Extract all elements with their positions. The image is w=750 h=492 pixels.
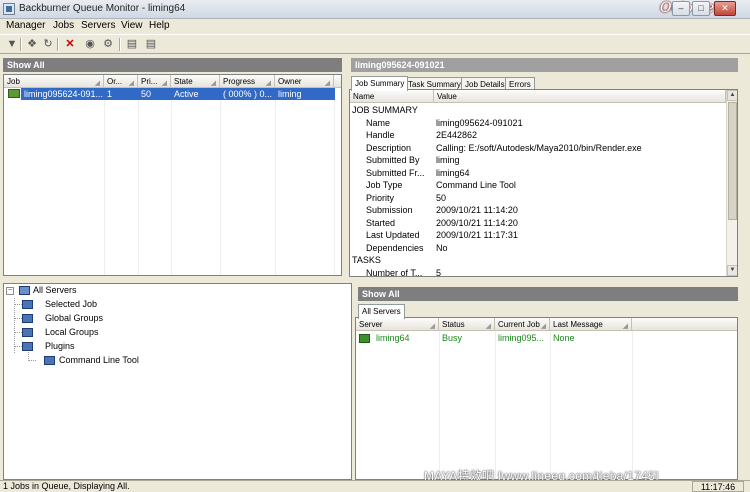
jobs-table-header: Job ◢ Or... ◢ Pri... ◢ State ◢ Progress ◢ Own… [4, 75, 341, 88]
job-summary-list: Name Value JOB SUMMARY Name liming095624-… [349, 89, 738, 277]
col-value[interactable]: Value [434, 90, 726, 103]
toolbar-separator [20, 38, 22, 51]
jobs-table: Job ◢ Or... ◢ Pri... ◢ State ◢ Progress ◢ Own… [3, 74, 342, 276]
job-priority: 50 [138, 88, 171, 100]
status-time: 11:17:46 [692, 481, 744, 492]
col-name[interactable]: Name [350, 90, 434, 103]
window-title: Backburner Queue Monitor - liming64 [19, 3, 186, 14]
col-state[interactable]: State ◢ [171, 75, 220, 88]
job-icon [8, 89, 20, 98]
col-status[interactable]: Status ◢ [439, 318, 495, 331]
job-state: Active [171, 88, 220, 100]
server-icon [22, 300, 33, 309]
status-bar: 1 Jobs in Queue, Displaying All. 11:17:4… [0, 480, 750, 492]
suspend-icon[interactable]: ◉ [82, 37, 98, 52]
server-name: liming64 [376, 333, 410, 343]
scroll-up-button[interactable]: ▲ [727, 90, 737, 101]
server-icon [22, 314, 33, 323]
server-group-icon [19, 286, 30, 295]
toolbar-separator [119, 38, 121, 51]
assign-icon[interactable]: ❖ [24, 37, 40, 52]
activate-job-icon[interactable]: ▼ [4, 37, 20, 52]
settings-icon[interactable]: ▤ [143, 37, 159, 52]
menu-servers[interactable]: Servers [81, 20, 115, 31]
minimize-button[interactable]: – [672, 1, 690, 16]
col-owner[interactable]: Owner ◢ [275, 75, 334, 88]
job-name: liming095624-091... [21, 88, 104, 100]
tab-job-summary[interactable]: Job Summary [351, 76, 409, 91]
app-icon [3, 3, 15, 15]
job-row[interactable]: liming095624-091... 1 50 Active ( 000% )… [5, 88, 335, 100]
server-busy-icon [359, 334, 370, 343]
scroll-down-button[interactable]: ▼ [727, 265, 737, 276]
tab-all-servers[interactable]: All Servers [358, 304, 405, 319]
col-last-message[interactable]: Last Message ◢ [550, 318, 632, 331]
menu-manager[interactable]: Manager [6, 20, 45, 31]
summary-header: Name Value [350, 90, 737, 103]
server-status: Busy [442, 333, 463, 343]
collapse-icon[interactable]: − [6, 287, 14, 295]
col-job[interactable]: Job ◢ [4, 75, 104, 88]
job-details-header: liming095624-091021 [351, 58, 738, 72]
job-order: 1 [104, 88, 138, 100]
refresh-icon[interactable]: ↻ [40, 37, 56, 52]
plugin-icon [22, 342, 33, 351]
servers-filter-header[interactable]: Show All [358, 287, 738, 301]
col-order[interactable]: Or... ◢ [104, 75, 138, 88]
status-text: 1 Jobs in Queue, Displaying All. [3, 481, 130, 491]
archive-icon[interactable]: ▤ [124, 37, 140, 52]
summary-scrollbar[interactable]: ▲ ▼ [726, 90, 737, 276]
servers-table: Server ◢ Status ◢ Current Job ◢ Last Messag… [355, 317, 738, 480]
col-current-job[interactable]: Current Job ◢ [495, 318, 550, 331]
col-progress[interactable]: Progress ◢ [220, 75, 275, 88]
server-row[interactable]: liming64 Busy liming095... None [356, 332, 736, 345]
maximize-button[interactable]: □ [692, 1, 710, 16]
jobs-filter-header[interactable]: Show All [3, 58, 342, 72]
servers-table-header: Server ◢ Status ◢ Current Job ◢ Last Messag… [356, 318, 737, 331]
server-tree: − All Servers Selected Job Global Groups… [3, 283, 352, 480]
job-progress: ( 000% ) 0... [220, 88, 275, 100]
restart-icon[interactable]: ⚙ [100, 37, 116, 52]
server-current-job: liming095... [498, 333, 545, 343]
delete-icon[interactable]: ✕ [62, 37, 78, 52]
menu-help[interactable]: Help [149, 20, 170, 31]
toolbar-separator [57, 38, 59, 51]
col-server[interactable]: Server ◢ [356, 318, 439, 331]
server-icon [22, 328, 33, 337]
title-bar: Backburner Queue Monitor - liming64 Oeio… [0, 0, 750, 19]
close-button[interactable]: ✕ [714, 1, 736, 16]
menu-view[interactable]: View [121, 20, 143, 31]
menu-bar: Manager Jobs Servers View Help [0, 19, 750, 34]
server-last-message: None [553, 333, 575, 343]
job-owner: liming [275, 88, 335, 100]
plugin-icon [44, 356, 55, 365]
col-priority[interactable]: Pri... ◢ [138, 75, 171, 88]
menu-jobs[interactable]: Jobs [53, 20, 74, 31]
toolbar: ▼ ❖ ↻ ✕ ◉ ⚙ ▤ ▤ [0, 34, 750, 54]
scroll-thumb[interactable] [728, 102, 737, 220]
